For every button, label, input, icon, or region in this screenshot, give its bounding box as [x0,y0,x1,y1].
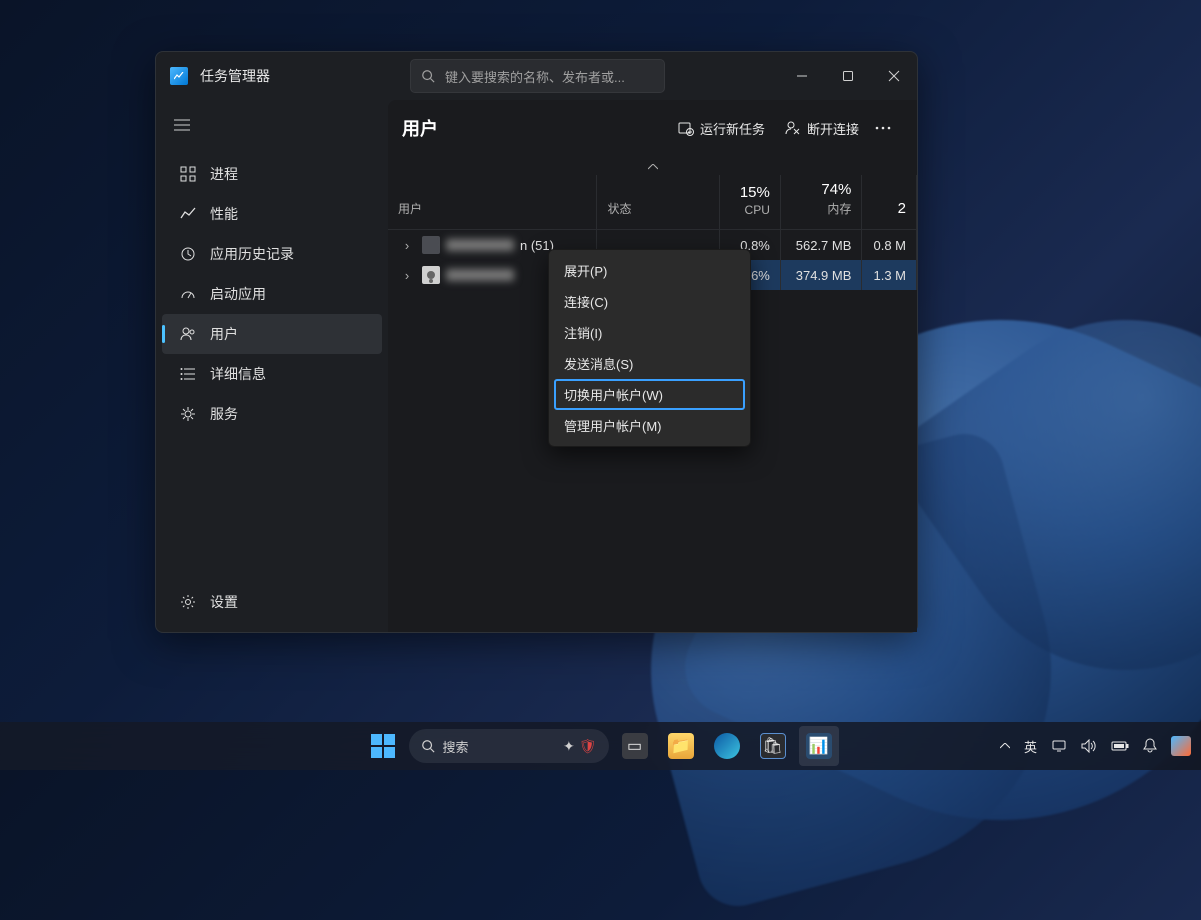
grid-icon [180,166,196,182]
sidebar-item-processes[interactable]: 进程 [162,154,382,194]
app-icon [170,67,188,85]
tray-volume-icon[interactable] [1081,739,1097,753]
app-title: 任务管理器 [200,66,270,86]
sidebar-item-label: 应用历史记录 [210,244,294,264]
chevron-right-icon[interactable]: › [398,238,416,253]
col-memory[interactable]: 74%内存 [780,175,862,230]
sort-indicator[interactable] [388,156,917,175]
disconnect-button[interactable]: 断开连接 [775,113,869,144]
sidebar-item-startup[interactable]: 启动应用 [162,274,382,314]
page-title: 用户 [402,115,438,141]
ctx-expand[interactable]: 展开(P) [554,255,745,286]
windows-icon [371,734,395,758]
ctx-switch-user[interactable]: 切换用户帐户(W) [554,379,745,410]
run-task-icon [678,120,694,136]
ctx-signout[interactable]: 注销(I) [554,317,745,348]
chevron-right-icon[interactable]: › [398,268,416,283]
sidebar-item-label: 用户 [210,324,238,344]
taskbar-task-view[interactable]: ▭ [615,726,655,766]
search-icon [421,739,435,753]
search-widgets: ✦🛡 [563,738,597,755]
sidebar-item-users[interactable]: 用户 [162,314,382,354]
start-button[interactable] [363,726,403,766]
username-blurred [446,239,514,251]
col-status[interactable]: 状态 [597,175,719,230]
tray-app-icon[interactable] [1171,736,1191,756]
history-icon [180,246,196,262]
gear-icon [180,594,196,610]
sidebar-item-performance[interactable]: 性能 [162,194,382,234]
search-input[interactable]: 键入要搜索的名称、发布者或... [410,59,665,93]
sidebar-settings[interactable]: 设置 [156,582,388,622]
ctx-send-message[interactable]: 发送消息(S) [554,348,745,379]
system-tray: 英 [1000,736,1191,756]
taskbar-edge[interactable] [707,726,747,766]
tray-notification-icon[interactable] [1143,738,1157,754]
ctx-manage-user[interactable]: 管理用户帐户(M) [554,410,745,441]
ctx-connect[interactable]: 连接(C) [554,286,745,317]
taskbar-store[interactable]: 🛍 [753,726,793,766]
maximize-button[interactable] [825,59,871,93]
run-new-task-button[interactable]: 运行新任务 [668,113,775,144]
settings-label: 设置 [210,592,238,612]
cell-net: 0.8 M [862,230,917,261]
sidebar: 进程 性能 应用历史记录 启动应用 用户 [156,100,388,632]
ellipsis-icon [875,126,891,130]
disconnect-icon [785,120,801,136]
context-menu: 展开(P) 连接(C) 注销(I) 发送消息(S) 切换用户帐户(W) 管理用户… [548,249,751,447]
close-button[interactable] [871,59,917,93]
cell-mem: 374.9 MB [780,260,862,290]
task-manager-window: 任务管理器 键入要搜索的名称、发布者或... 进程 性能 [155,51,918,633]
tray-network-icon[interactable] [1051,739,1067,753]
taskbar[interactable]: 搜索 ✦🛡 ▭ 📁 🛍 📊 英 [0,722,1201,770]
sidebar-item-label: 进程 [210,164,238,184]
avatar [422,266,440,284]
tray-battery-icon[interactable] [1111,740,1129,752]
cell-mem: 562.7 MB [780,230,862,261]
services-icon [180,406,196,422]
users-icon [180,326,196,342]
titlebar[interactable]: 任务管理器 键入要搜索的名称、发布者或... [156,52,917,100]
taskbar-search[interactable]: 搜索 ✦🛡 [409,729,609,763]
col-last[interactable]: 2 [862,175,917,230]
col-cpu[interactable]: 15%CPU [719,175,780,230]
toolbar: 用户 运行新任务 断开连接 [388,100,917,156]
avatar [422,236,440,254]
sidebar-item-app-history[interactable]: 应用历史记录 [162,234,382,274]
chevron-up-icon [648,164,658,170]
more-button[interactable] [869,120,903,136]
taskbar-explorer[interactable]: 📁 [661,726,701,766]
hamburger-button[interactable] [156,110,388,144]
chart-icon [180,206,196,222]
sidebar-item-details[interactable]: 详细信息 [162,354,382,394]
sidebar-item-label: 服务 [210,404,238,424]
search-icon [421,69,435,83]
taskbar-task-manager[interactable]: 📊 [799,726,839,766]
sidebar-item-label: 启动应用 [210,284,266,304]
col-user[interactable]: 用户 [388,175,597,230]
tray-ime[interactable]: 英 [1024,737,1037,756]
sidebar-item-label: 性能 [210,204,238,224]
minimize-button[interactable] [779,59,825,93]
cell-net: 1.3 M [862,260,917,290]
sidebar-item-services[interactable]: 服务 [162,394,382,434]
search-placeholder: 键入要搜索的名称、发布者或... [445,67,625,86]
sidebar-item-label: 详细信息 [210,364,266,384]
gauge-icon [180,286,196,302]
tray-overflow[interactable] [1000,743,1010,749]
list-icon [180,366,196,382]
username-blurred [446,269,514,281]
